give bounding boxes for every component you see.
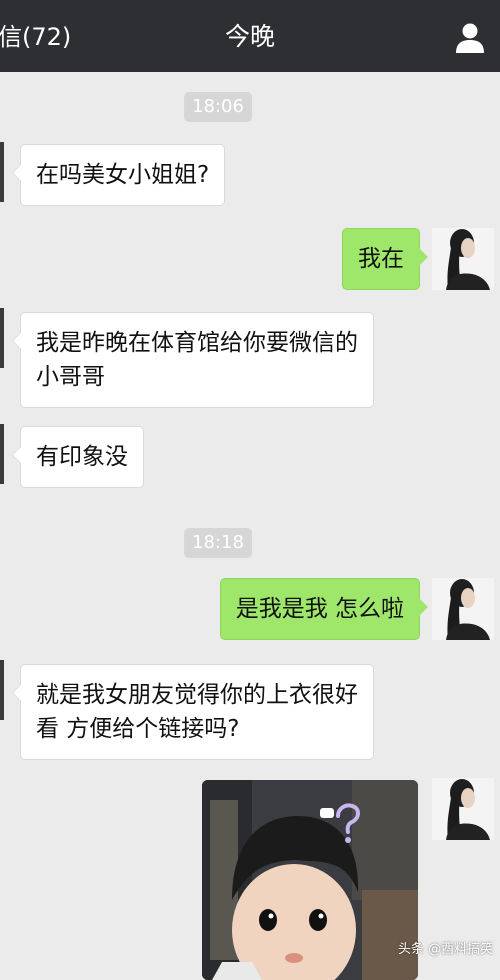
contact-avatar[interactable] — [0, 142, 4, 202]
chat-title: 今晚 — [224, 22, 275, 51]
timestamp: 18:18 — [184, 528, 252, 558]
avatar-image — [432, 228, 494, 290]
person-icon[interactable] — [452, 20, 488, 56]
message-list[interactable]: 18:06 在吗美女小姐姐? 我在 我是昨晚在体育馆给你要微信的 小哥哥 有印象… — [0, 72, 500, 980]
message-text: 有印象没 — [36, 444, 128, 470]
watermark: 头条 @酉料搞笑 — [398, 942, 494, 957]
received-message[interactable]: 就是我女朋友觉得你的上衣很好 看 方便给个链接吗? — [12, 664, 374, 760]
chat-header: 信(72) 今晚 — [0, 0, 500, 72]
contact-avatar[interactable] — [0, 660, 4, 720]
contact-avatar[interactable] — [0, 424, 4, 484]
received-message[interactable]: 我是昨晚在体育馆给你要微信的 小哥哥 — [12, 312, 374, 408]
my-avatar[interactable] — [432, 778, 494, 840]
message-text: 我在 — [358, 246, 404, 272]
my-avatar[interactable] — [432, 228, 494, 290]
message-text: 看 方便给个链接吗? — [36, 716, 240, 742]
avatar-image — [432, 778, 494, 840]
image-message[interactable] — [202, 780, 418, 980]
baby-photo — [202, 780, 418, 980]
contact-avatar[interactable] — [0, 308, 4, 368]
received-message[interactable]: 有印象没 — [12, 426, 144, 488]
message-text: 我是昨晚在体育馆给你要微信的 — [36, 330, 358, 356]
sent-message[interactable]: 我在 — [342, 228, 428, 290]
message-text: 是我是我 怎么啦 — [235, 596, 404, 622]
message-text: 在吗美女小姐姐? — [36, 162, 210, 188]
timestamp: 18:06 — [184, 92, 252, 122]
sent-message[interactable]: 是我是我 怎么啦 — [219, 578, 429, 640]
avatar-image — [432, 578, 494, 640]
my-avatar[interactable] — [432, 578, 494, 640]
message-text: 小哥哥 — [36, 364, 105, 390]
message-text: 就是我女朋友觉得你的上衣很好 — [36, 682, 358, 708]
received-message[interactable]: 在吗美女小姐姐? — [11, 144, 226, 206]
